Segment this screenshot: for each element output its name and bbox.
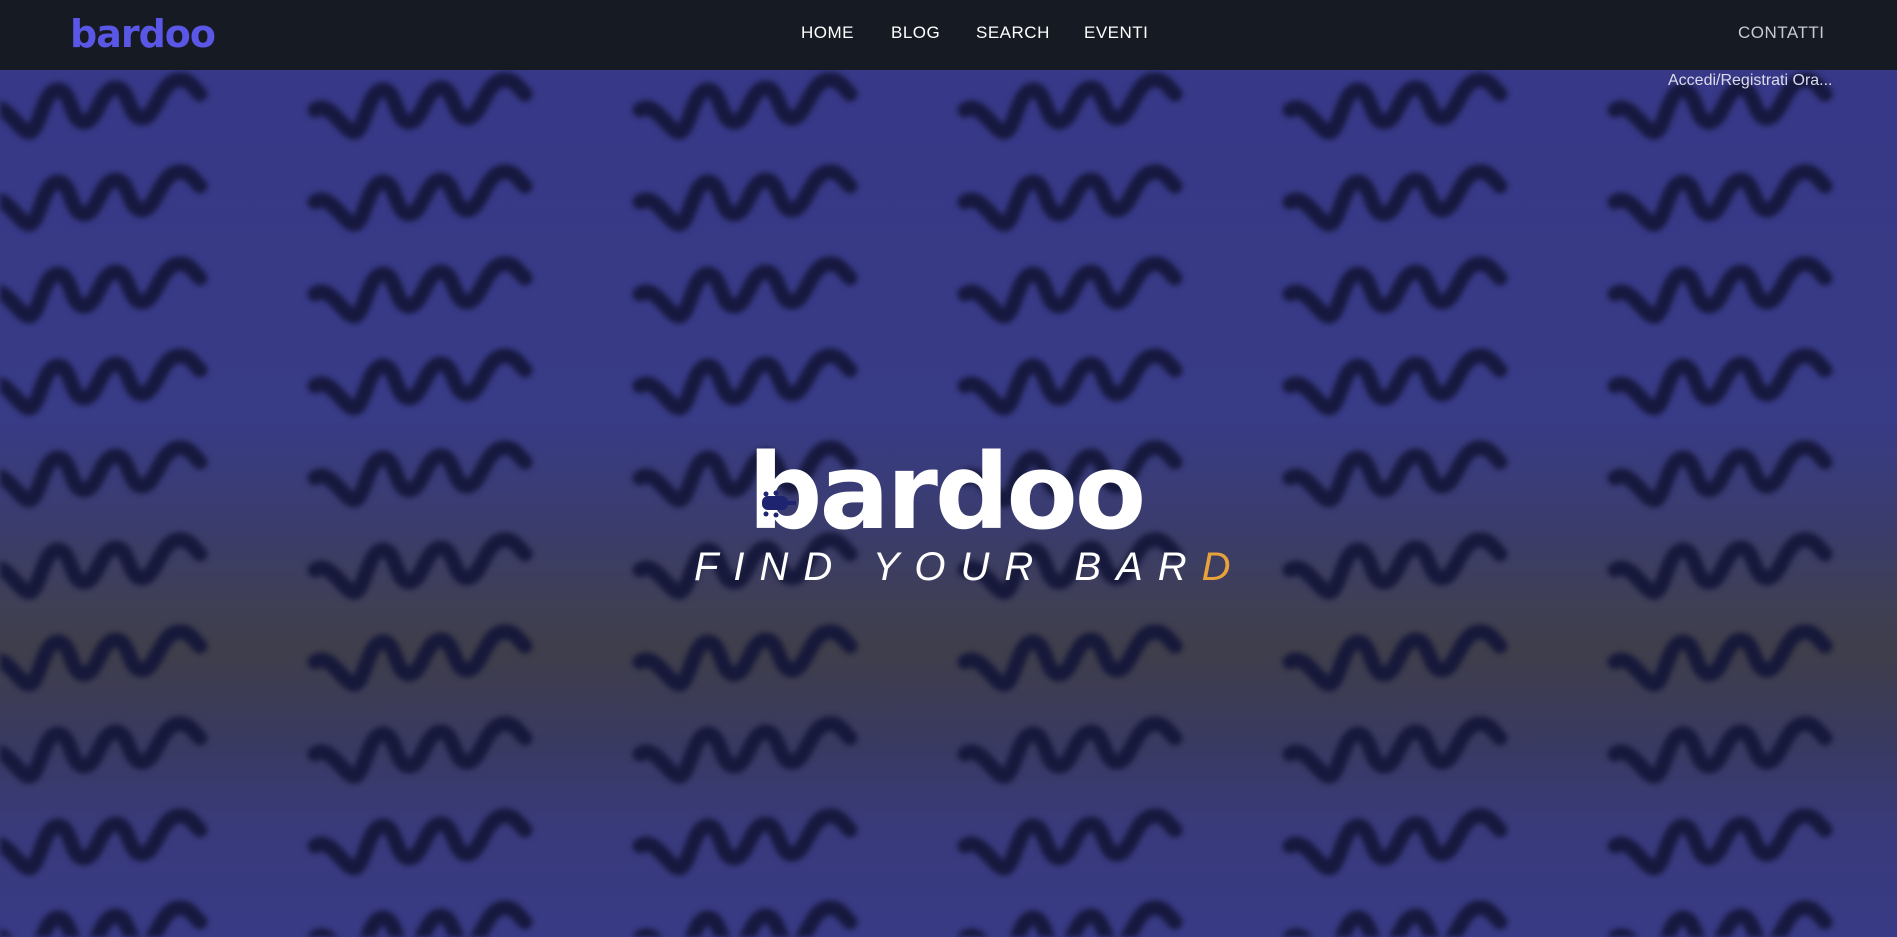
nav-home-link[interactable]: HOME bbox=[801, 23, 854, 43]
tagline-accent-letter: D bbox=[1201, 545, 1246, 589]
hero-logo-wordmark: bardoo bbox=[748, 431, 1146, 553]
nav-eventi-link[interactable]: EVENTI bbox=[1084, 23, 1148, 43]
login-register-link[interactable]: Accedi/Registrati Ora... bbox=[1668, 72, 1833, 90]
nav-search-link[interactable]: SEARCH bbox=[976, 23, 1050, 43]
guitar-headstock-icon bbox=[762, 490, 796, 518]
page: bardoo HOME BLOG SEARCH EVENTI CONTATTI … bbox=[0, 0, 1897, 937]
nav-contatti-link[interactable]: CONTATTI bbox=[1738, 23, 1824, 43]
hero-tagline: FIND YOUR BARD bbox=[694, 546, 1246, 588]
tagline-main: FIND YOUR BAR bbox=[694, 545, 1202, 589]
top-navigation-bar: bardoo HOME BLOG SEARCH EVENTI CONTATTI bbox=[0, 0, 1897, 70]
main-nav: HOME BLOG SEARCH EVENTI bbox=[0, 0, 1897, 70]
hero-logo: bardoo bbox=[748, 431, 1148, 553]
nav-blog-link[interactable]: BLOG bbox=[891, 23, 940, 43]
